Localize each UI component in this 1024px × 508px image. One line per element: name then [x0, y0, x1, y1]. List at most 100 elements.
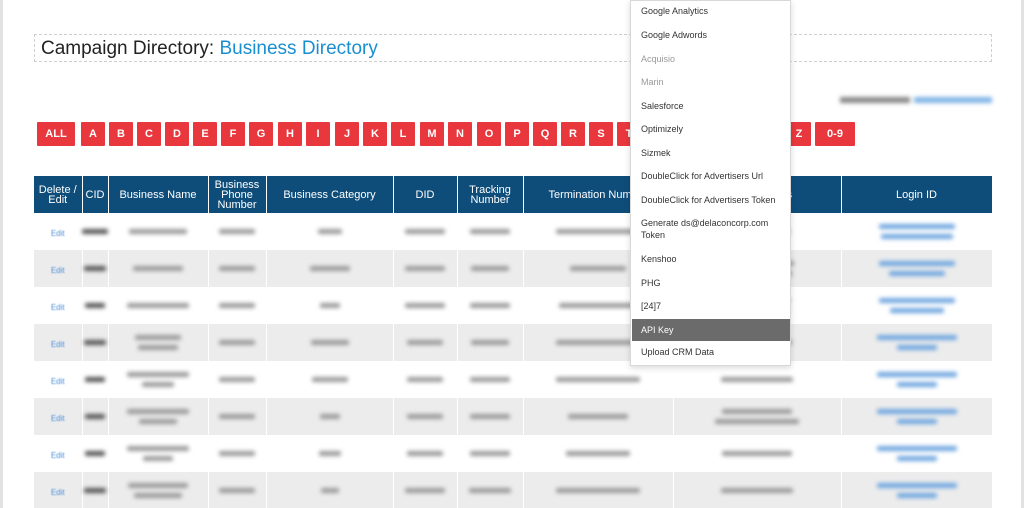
redacted-cell [208, 472, 267, 508]
menu-item-upload-crm-data[interactable]: Upload CRM Data [632, 346, 790, 358]
redacted-cell [457, 472, 524, 508]
redacted-text [878, 224, 955, 229]
redacted-cell [82, 435, 109, 472]
menu-item-sizmek[interactable]: Sizmek [632, 147, 790, 159]
letter-filter-q[interactable]: Q [533, 122, 557, 146]
redacted-text [407, 340, 443, 345]
edit-link[interactable]: Edit [51, 451, 65, 460]
redacted-cell [841, 287, 993, 324]
redacted-text [470, 377, 510, 382]
redacted-cell [108, 398, 209, 435]
menu-item-doubleclick-for-advertisers-url[interactable]: DoubleClick for Advertisers Url [632, 170, 790, 182]
letter-filter-p[interactable]: P [505, 122, 529, 146]
redacted-text [84, 266, 106, 271]
redacted-text [219, 451, 255, 456]
redacted-text [876, 483, 957, 488]
edit-link[interactable]: Edit [51, 303, 65, 312]
redacted-cell [457, 324, 524, 361]
redacted-text [896, 456, 937, 461]
redacted-cell [673, 398, 842, 435]
letter-filter-n[interactable]: N [448, 122, 472, 146]
redacted-text [721, 377, 793, 382]
redacted-text [876, 409, 957, 414]
redacted-cell [457, 435, 524, 472]
redacted-cell [841, 472, 993, 508]
letter-filter-l[interactable]: L [391, 122, 415, 146]
row-edit-cell: Edit [34, 287, 83, 324]
redacted-text [407, 377, 443, 382]
letter-filter-r[interactable]: R [561, 122, 585, 146]
redacted-text [84, 488, 106, 493]
menu-item-acquisio: Acquisio [641, 54, 676, 64]
redacted-cell [393, 435, 458, 472]
row-edit-cell: Edit [34, 398, 83, 435]
letter-filter-i[interactable]: I [306, 122, 330, 146]
redacted-cell [208, 435, 267, 472]
redacted-text [127, 303, 189, 308]
table-row: Edit [34, 435, 993, 472]
redacted-cell [673, 472, 842, 508]
redacted-text [568, 414, 628, 419]
redacted-text [85, 303, 105, 308]
letter-filter-f[interactable]: F [221, 122, 245, 146]
letter-filter-k[interactable]: K [363, 122, 387, 146]
redacted-text [405, 266, 445, 271]
redacted-text [876, 335, 957, 340]
letter-filter-s[interactable]: S [589, 122, 613, 146]
redacted-text [317, 229, 342, 234]
edit-link[interactable]: Edit [51, 488, 65, 497]
table-row: Edit [34, 398, 993, 435]
edit-link[interactable]: Edit [51, 229, 65, 238]
redacted-text [556, 488, 640, 493]
redacted-text [311, 377, 348, 382]
letter-filter-all[interactable]: ALL [37, 122, 75, 146]
menu-item-24-7[interactable]: [24]7 [632, 300, 790, 312]
redacted-cell [393, 324, 458, 361]
edit-link[interactable]: Edit [51, 266, 65, 275]
letter-filter-j[interactable]: J [335, 122, 359, 146]
menu-item-generate-ds-delaconcorp-com-token[interactable]: Generate ds@delaconcorp.com Token [632, 217, 790, 241]
redacted-text [878, 298, 955, 303]
redacted-cell [208, 398, 267, 435]
redacted-text [880, 234, 953, 239]
letter-filter-c[interactable]: C [137, 122, 161, 146]
menu-item-doubleclick-for-advertisers-token[interactable]: DoubleClick for Advertisers Token [632, 194, 790, 206]
row-edit-cell: Edit [34, 472, 83, 508]
menu-item-kenshoo[interactable]: Kenshoo [632, 253, 790, 265]
letter-filter-m[interactable]: M [420, 122, 444, 146]
redacted-text [896, 382, 937, 387]
redacted-text [722, 451, 792, 456]
edit-link[interactable]: Edit [51, 414, 65, 423]
account-manager-info [840, 96, 992, 105]
redacted-cell [208, 213, 267, 250]
menu-item-phg[interactable]: PHG [632, 277, 790, 289]
redacted-text [722, 409, 792, 414]
redacted-cell [266, 435, 394, 472]
redacted-text [471, 340, 509, 345]
edit-link[interactable]: Edit [51, 377, 65, 386]
redacted-cell [457, 361, 524, 398]
letter-filter-h[interactable]: H [278, 122, 302, 146]
menu-item-api-key[interactable]: API Key [632, 319, 790, 341]
redacted-text [219, 488, 255, 493]
letter-filter-0-9[interactable]: 0-9 [815, 122, 855, 146]
menu-item-salesforce[interactable]: Salesforce [632, 100, 790, 112]
redacted-text [127, 446, 189, 451]
redacted-text [127, 409, 189, 414]
business-directory-table: Delete / Edit CID Business Name Business Ph… [34, 176, 993, 508]
redacted-cell [841, 361, 993, 398]
menu-item-google-analytics[interactable]: Google Analytics [632, 5, 790, 17]
menu-item-optimizely[interactable]: Optimizely [632, 123, 790, 135]
redacted-cell [108, 435, 209, 472]
letter-filter-e[interactable]: E [193, 122, 217, 146]
letter-filter-d[interactable]: D [165, 122, 189, 146]
letter-filter-o[interactable]: O [477, 122, 501, 146]
redacted-text [219, 303, 255, 308]
letter-filter-a[interactable]: A [81, 122, 105, 146]
letter-filter-g[interactable]: G [249, 122, 273, 146]
menu-item-google-adwords[interactable]: Google Adwords [632, 29, 790, 41]
redacted-cell [108, 361, 209, 398]
letter-filter-b[interactable]: B [109, 122, 133, 146]
redacted-text [129, 229, 187, 234]
edit-link[interactable]: Edit [51, 340, 65, 349]
